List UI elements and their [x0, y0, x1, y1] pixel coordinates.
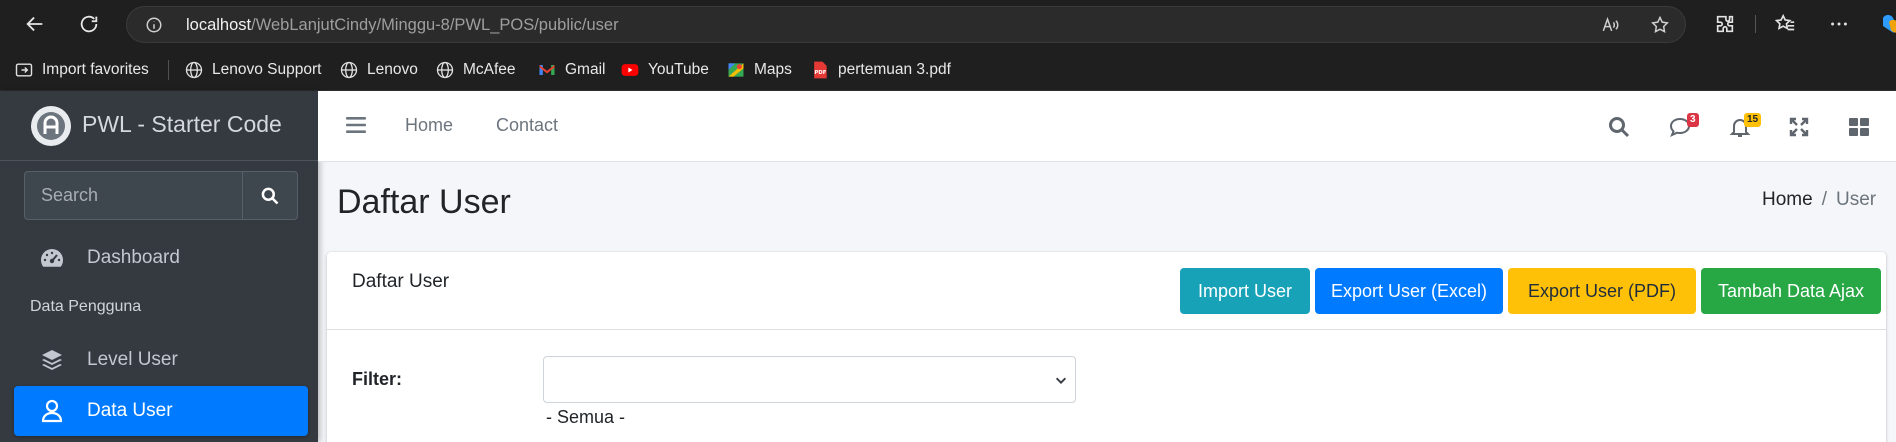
sidebar-item-level-user[interactable]: Level User	[14, 335, 308, 385]
bookmark-gmail[interactable]: Gmail	[537, 48, 605, 91]
address-bar[interactable]: localhost/WebLanjutCindy/Minggu-8/PWL_PO…	[126, 6, 1686, 43]
extensions-icon[interactable]	[1714, 13, 1736, 35]
read-aloud-icon[interactable]	[1600, 15, 1620, 35]
sidebar-item-dashboard[interactable]: Dashboard	[14, 233, 308, 283]
bookmark-label: Maps	[754, 60, 792, 78]
breadcrumb-separator: /	[1821, 189, 1827, 210]
breadcrumb: Home / User	[1762, 189, 1876, 211]
svg-text:PDF: PDF	[814, 70, 826, 76]
url-text[interactable]: localhost/WebLanjutCindy/Minggu-8/PWL_PO…	[186, 16, 619, 35]
sidebar-search-button[interactable]	[242, 171, 298, 220]
maps-icon	[728, 62, 744, 77]
filter-label: Filter:	[352, 369, 403, 389]
user-icon	[39, 398, 65, 424]
bookmark-label: McAfee	[463, 60, 516, 78]
import-icon	[15, 62, 33, 77]
export-excel-button[interactable]: Export User (Excel)	[1315, 268, 1503, 314]
nav-link-home[interactable]: Home	[405, 115, 453, 136]
messages-badge: 3	[1687, 113, 1699, 127]
navbar-search-icon[interactable]	[1607, 115, 1631, 139]
bookmark-lenovo[interactable]: Lenovo	[339, 48, 418, 91]
pdf-icon: PDF	[814, 61, 827, 78]
chevron-down-icon	[1055, 377, 1067, 384]
copilot-icon[interactable]	[1880, 12, 1896, 36]
fullscreen-icon[interactable]	[1787, 115, 1811, 139]
card-title: Daftar User	[352, 271, 450, 292]
favorites-bar: Import favorites Lenovo Support Lenovo M…	[0, 48, 1896, 91]
brand-logo-icon	[31, 106, 71, 146]
bookmark-lenovo-support[interactable]: Lenovo Support	[184, 48, 321, 91]
layers-icon	[39, 347, 65, 373]
control-sidebar-icon[interactable]	[1847, 115, 1871, 139]
bookmark-divider	[168, 60, 169, 80]
bookmark-youtube[interactable]: YouTube	[620, 48, 709, 91]
globe-icon	[340, 61, 358, 78]
sidebar-item-label: Level User	[87, 349, 178, 370]
sidebar-item-data-user[interactable]: Data User	[14, 386, 308, 436]
bookmark-maps[interactable]: Maps	[726, 48, 792, 91]
globe-icon	[436, 61, 454, 78]
globe-icon	[185, 61, 203, 78]
nav-link-contact[interactable]: Contact	[496, 115, 558, 136]
brand-link[interactable]: PWL - Starter Code	[0, 91, 318, 161]
add-data-ajax-button[interactable]: Tambah Data Ajax	[1701, 268, 1881, 314]
info-icon[interactable]	[145, 16, 163, 34]
arrow-left-icon	[26, 16, 43, 32]
search-icon	[261, 187, 279, 204]
sidebar-search-input[interactable]	[24, 171, 242, 220]
url-host: localhost	[186, 16, 252, 34]
brand-text: PWL - Starter Code	[82, 111, 282, 137]
bookmark-label: Lenovo Support	[212, 60, 322, 78]
refresh-icon	[80, 15, 98, 33]
export-pdf-button[interactable]: Export User (PDF)	[1508, 268, 1696, 314]
top-navbar: Home Contact 3 15	[318, 91, 1896, 162]
sidebar-section-header: Data Pengguna	[30, 298, 142, 315]
sidebar: PWL - Starter Code Dashboard Data Penggu…	[0, 91, 318, 442]
user-list-card: Daftar User Import User Export User (Exc…	[327, 252, 1886, 442]
bookmark-label: YouTube	[648, 60, 709, 78]
filter-level-select[interactable]	[543, 356, 1076, 403]
notifications-dropdown[interactable]: 15	[1728, 111, 1768, 141]
card-header: Daftar User Import User Export User (Exc…	[327, 252, 1886, 330]
sidebar-item-label: Dashboard	[87, 247, 180, 268]
notifications-badge: 15	[1744, 113, 1762, 127]
more-options-icon[interactable]	[1828, 13, 1850, 35]
import-user-button[interactable]: Import User	[1180, 268, 1310, 314]
page-title: Daftar User	[337, 183, 511, 221]
bookmark-import-favorites[interactable]: Import favorites	[14, 48, 149, 91]
url-path: /WebLanjutCindy/Minggu-8/PWL_POS/public/…	[251, 16, 619, 34]
tachometer-icon	[39, 245, 65, 271]
filter-help-text: - Semua -	[546, 407, 626, 427]
favorite-star-icon[interactable]	[1650, 15, 1670, 35]
bookmark-label: Import favorites	[42, 60, 149, 78]
refresh-button[interactable]	[74, 9, 104, 39]
browser-toolbar: localhost/WebLanjutCindy/Minggu-8/PWL_PO…	[0, 0, 1896, 48]
breadcrumb-current: User	[1835, 189, 1877, 210]
sidebar-item-label: Data User	[87, 400, 173, 421]
gmail-icon	[539, 64, 555, 75]
bookmark-label: pertemuan 3.pdf	[838, 60, 951, 78]
bookmark-label: Gmail	[565, 60, 606, 78]
youtube-icon	[621, 63, 639, 76]
bookmark-pertemuan-pdf[interactable]: PDF pertemuan 3.pdf	[810, 48, 951, 91]
favorites-icon[interactable]	[1774, 13, 1796, 35]
bookmark-label: Lenovo	[367, 60, 418, 78]
toolbar-divider	[1755, 15, 1756, 33]
sidebar-search	[24, 171, 298, 220]
back-button[interactable]	[20, 9, 50, 39]
hamburger-menu-icon[interactable]	[345, 115, 367, 135]
messages-dropdown[interactable]: 3	[1668, 111, 1708, 141]
bookmark-mcafee[interactable]: McAfee	[435, 48, 516, 91]
breadcrumb-home-link[interactable]: Home	[1762, 189, 1813, 210]
